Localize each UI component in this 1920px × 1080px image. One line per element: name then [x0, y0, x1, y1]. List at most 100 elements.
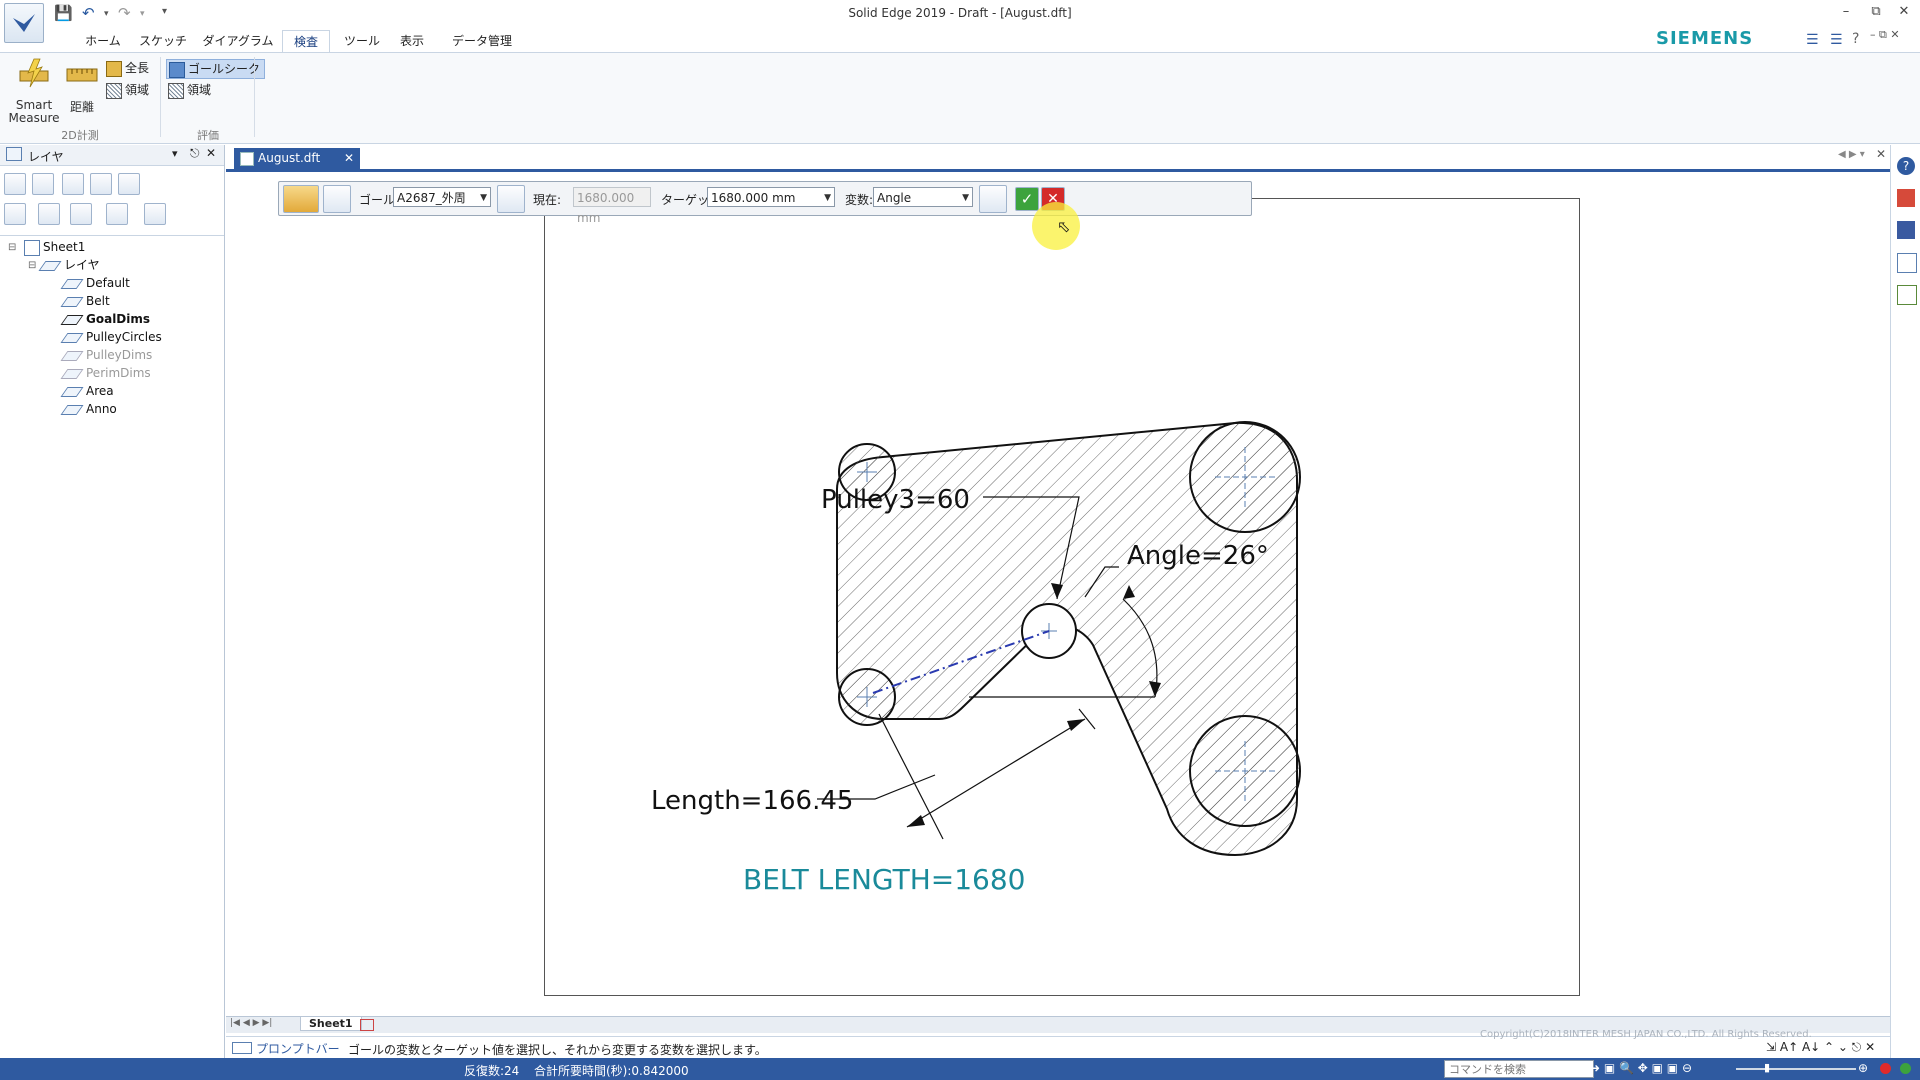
tree-item-layer-belt[interactable]: Belt	[60, 292, 110, 310]
layer-active-icon[interactable]	[38, 203, 60, 225]
variable-select[interactable]: Angle ▼	[873, 187, 973, 207]
tree-item-sheet[interactable]: Sheet1	[24, 238, 85, 256]
tab-tools[interactable]: ツール	[342, 30, 382, 52]
status-view-icons[interactable]: ➜ ▣ 🔍 ✥ ▣ ▣ ⊖	[1590, 1061, 1692, 1075]
area-measure-label: 領域	[125, 83, 150, 97]
document-tab[interactable]: August.dft ✕	[234, 148, 360, 169]
library-icon[interactable]	[1897, 285, 1917, 305]
document-tab-close-icon[interactable]: ✕	[344, 148, 354, 169]
layer-delete-icon[interactable]	[144, 203, 166, 225]
tree-item-layer-anno[interactable]: Anno	[60, 400, 117, 418]
close-icon[interactable]: ✕	[1894, 4, 1914, 19]
status-ok-icon	[1900, 1063, 1911, 1074]
layer-label: Anno	[86, 402, 117, 416]
tree-item-layers-label: レイヤ	[64, 258, 100, 272]
layer-new-icon[interactable]	[4, 173, 26, 195]
pulley-label: Pulley3=60	[821, 485, 970, 515]
layer-show-icon[interactable]	[4, 203, 26, 225]
layer-select-icon[interactable]	[32, 173, 54, 195]
target-input[interactable]: 1680.000 mm ▼	[707, 187, 835, 207]
window-title: Solid Edge 2019 - Draft - [August.dft]	[848, 6, 1072, 20]
length-label: Length=166.45	[651, 786, 853, 816]
layer-move-icon[interactable]	[106, 203, 128, 225]
goal-value: A2687_外周	[397, 191, 466, 205]
prompt-message: ゴールの変数とターゲット値を選択し、それから変更する変数を選択します。	[348, 1043, 767, 1057]
tab-inspect[interactable]: 検査	[282, 30, 330, 53]
tree-item-sheet-label: Sheet1	[43, 240, 86, 254]
properties-icon[interactable]	[1897, 253, 1917, 273]
tab-scroll-icons[interactable]: ◀ ▶ ▾	[1838, 149, 1865, 160]
document-area: August.dft ✕ ◀ ▶ ▾ ✕ Pulley3=60 Angle=26…	[226, 145, 1890, 1058]
zoom-slider[interactable]	[1736, 1068, 1856, 1070]
expand-sheet-icon[interactable]: ⊟	[8, 242, 16, 253]
area-eval-button[interactable]: 領域	[168, 81, 211, 99]
drawing-sheet[interactable]: Pulley3=60 Angle=26° Length=166.45 BELT …	[544, 198, 1580, 996]
smart-measure-button[interactable]: Smart Measure	[6, 57, 62, 127]
cursor-highlight	[1032, 202, 1080, 250]
sheet-tab[interactable]: Sheet1	[300, 1017, 362, 1031]
expand-layers-icon[interactable]: ⊟	[28, 260, 36, 271]
command-search-input[interactable]	[1444, 1060, 1594, 1078]
pane-dropdown-icon[interactable]: ▾	[172, 147, 178, 160]
tab-sketch[interactable]: スケッチ	[138, 30, 188, 52]
tree-item-layer-pulleydims[interactable]: PulleyDims	[60, 346, 153, 364]
goal-pick-icon[interactable]	[497, 185, 525, 213]
record-icon[interactable]	[1880, 1063, 1891, 1074]
layer-label: PulleyDims	[86, 348, 153, 362]
add-sheet-icon[interactable]	[360, 1019, 374, 1031]
ribbon-panel: Smart Measure 距離 全長 領域 2D計測 ゴールシーク 領域 評価	[0, 52, 1920, 144]
pin-icon[interactable]: ⎋	[190, 146, 200, 161]
youtube-icon[interactable]	[1897, 189, 1915, 207]
help-icon[interactable]: ?	[1852, 31, 1859, 47]
layer-props-icon[interactable]	[62, 173, 84, 195]
tree-item-layer-goaldims[interactable]: GoalDims	[60, 310, 150, 328]
zoom-in-icon[interactable]: ⊕	[1858, 1061, 1868, 1075]
sheet-nav-icons[interactable]: |◀ ◀ ▶ ▶|	[230, 1018, 272, 1028]
hidden-layer-icon	[60, 368, 84, 379]
total-length-button[interactable]: 全長	[106, 59, 149, 77]
mouse-cursor-icon: ⬁	[1057, 217, 1071, 236]
group-eval: 評価	[197, 129, 219, 142]
zoom-slider-handle-icon[interactable]: ▮	[1764, 1061, 1770, 1074]
minimize-icon[interactable]: –	[1836, 4, 1856, 19]
layer-toolbar-row-2	[0, 203, 224, 231]
ribbon-min-icon[interactable]: – ⧉ ✕	[1870, 28, 1900, 42]
distance-button[interactable]: 距離	[64, 57, 100, 114]
distance-label: 距離	[69, 100, 94, 114]
options-icon[interactable]	[323, 185, 351, 213]
variable-value: Angle	[877, 191, 912, 205]
belt-drawing[interactable]: Pulley3=60 Angle=26° Length=166.45 BELT …	[545, 199, 1579, 995]
target-value: 1680.000 mm	[711, 191, 796, 205]
layer-hide-icon[interactable]	[70, 203, 92, 225]
tree-item-layer-perimdims[interactable]: PerimDims	[60, 364, 151, 382]
document-close-icon[interactable]: ✕	[1876, 147, 1886, 161]
tab-diagram[interactable]: ダイアグラム	[202, 30, 274, 52]
layer-filter-icon[interactable]	[118, 173, 140, 195]
layer-toolbar-row-1	[0, 173, 224, 201]
tab-view[interactable]: 表示	[394, 30, 430, 52]
variable-pick-icon[interactable]	[979, 185, 1007, 213]
prompt-bar-controls[interactable]: ⇲ A↑ A↓ ⌃ ⌄ ⎋ ✕	[1766, 1040, 1875, 1055]
goal-select[interactable]: A2687_外周 ▼	[393, 187, 491, 207]
tab-home[interactable]: ホーム	[80, 30, 126, 52]
facebook-icon[interactable]	[1897, 221, 1915, 239]
help-circle-icon[interactable]: ?	[1897, 157, 1915, 175]
accept-icon[interactable]: ✓	[1015, 187, 1039, 211]
goal-seek-button[interactable]: ゴールシーク	[166, 59, 266, 79]
tree-item-layers-folder[interactable]: レイヤ	[38, 256, 100, 274]
prompt-bar-label: プロンプトバー	[256, 1042, 340, 1056]
restore-icon[interactable]: ⧉	[1866, 4, 1886, 19]
tab-data-management[interactable]: データ管理	[444, 30, 520, 52]
list-icon[interactable]: ☰	[1806, 32, 1819, 48]
layout-icon[interactable]: ☰	[1830, 32, 1843, 48]
pane-close-icon[interactable]: ✕	[206, 146, 216, 160]
goal-seek-step-icon[interactable]	[283, 185, 319, 213]
document-tab-strip: August.dft ✕ ◀ ▶ ▾ ✕	[226, 145, 1890, 172]
tree-item-layer-pulleycircles[interactable]: PulleyCircles	[60, 328, 162, 346]
tree-item-layer-default[interactable]: Default	[60, 274, 130, 292]
layer-icon	[60, 278, 84, 289]
tree-item-layer-area[interactable]: Area	[60, 382, 114, 400]
area-eval-icon	[168, 82, 184, 99]
layer-query-icon[interactable]	[90, 173, 112, 195]
area-measure-button[interactable]: 領域	[106, 81, 149, 99]
